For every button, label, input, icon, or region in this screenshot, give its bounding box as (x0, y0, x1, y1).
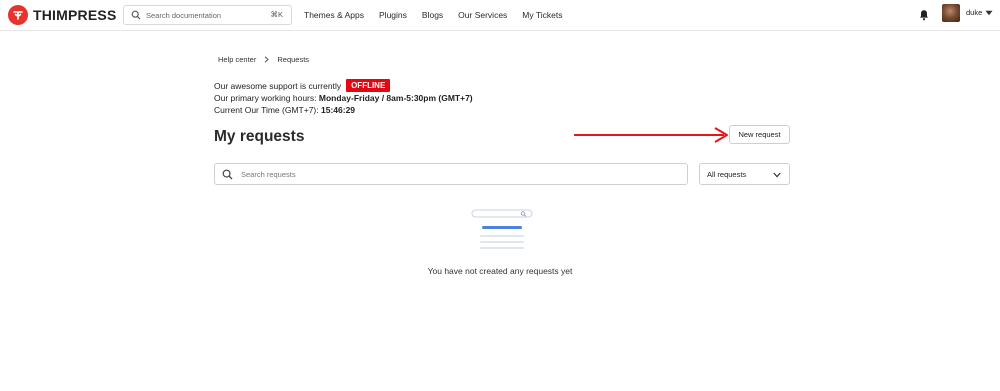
breadcrumb: Help center Requests (218, 55, 309, 64)
offline-status-badge: OFFLINE (346, 79, 391, 92)
new-request-button[interactable]: New request (729, 125, 790, 144)
page-title: My requests (214, 128, 305, 145)
user-avatar[interactable] (942, 4, 960, 22)
search-placeholder: Search documentation (146, 10, 222, 20)
support-status-line: Our awesome support is currently OFFLINE (214, 79, 391, 92)
support-status-text: Our awesome support is currently (214, 80, 342, 91)
user-menu-caret-icon[interactable] (985, 10, 993, 16)
documentation-search-input[interactable]: Search documentation ⌘K (123, 5, 292, 25)
nav-link-blogs[interactable]: Blogs (422, 10, 443, 20)
empty-requests-illustration (471, 209, 533, 249)
brand-name: THIMPRESS (33, 7, 117, 23)
search-requests-placeholder: Search requests (241, 169, 296, 179)
requests-filter-select[interactable]: All requests (699, 163, 790, 185)
chevron-down-icon (773, 172, 781, 178)
notification-bell-icon[interactable] (918, 9, 930, 21)
chevron-right-icon (263, 56, 270, 63)
top-navigation-bar: THIMPRESS Search documentation ⌘K Themes… (0, 0, 1000, 31)
main-nav: Themes & Apps Plugins Blogs Our Services… (304, 10, 577, 20)
current-time-value: 15:46:29 (321, 105, 356, 115)
search-shortcut-hint: ⌘K (270, 10, 283, 19)
thimpress-logo-icon (8, 5, 28, 25)
nav-link-my-tickets[interactable]: My Tickets (522, 10, 562, 20)
empty-state-message: You have not created any requests yet (427, 266, 573, 276)
breadcrumb-help-center[interactable]: Help center (218, 55, 256, 64)
working-hours-value: Monday-Friday / 8am-5:30pm (GMT+7) (318, 93, 473, 103)
search-icon (131, 10, 141, 20)
search-requests-input[interactable]: Search requests (214, 163, 688, 185)
red-arrow-annotation (574, 127, 728, 143)
current-time-label: Current Our Time (GMT+7): (214, 105, 319, 115)
user-name[interactable]: duke (966, 8, 982, 17)
working-hours-label: Our primary working hours: (214, 93, 317, 103)
nav-link-our-services[interactable]: Our Services (458, 10, 507, 20)
search-icon (222, 169, 233, 180)
thimpress-logo[interactable]: THIMPRESS (8, 5, 116, 25)
breadcrumb-requests: Requests (277, 55, 310, 64)
working-hours-line: Our primary working hours: Monday-Friday… (214, 93, 473, 103)
nav-link-themes-apps[interactable]: Themes & Apps (304, 10, 364, 20)
filter-selected-value: All requests (707, 169, 747, 179)
current-time-line: Current Our Time (GMT+7): 15:46:29 (214, 105, 355, 115)
nav-link-plugins[interactable]: Plugins (379, 10, 407, 20)
